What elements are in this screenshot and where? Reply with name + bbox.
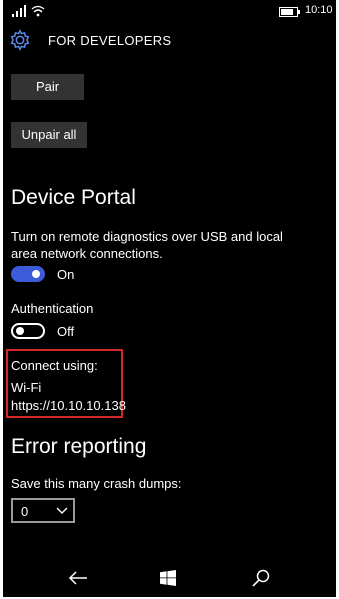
wifi-icon xyxy=(31,5,45,17)
authentication-label: Authentication xyxy=(11,301,94,316)
device-portal-heading: Device Portal xyxy=(11,186,136,209)
chevron-down-icon xyxy=(56,507,68,514)
device-portal-description: Turn on remote diagnostics over USB and … xyxy=(11,229,283,261)
windows-logo-icon[interactable] xyxy=(160,570,176,586)
crash-dumps-label: Save this many crash dumps: xyxy=(11,476,182,491)
phone-screen: 10:10 FOR DEVELOPERS Pair Unpair all Dev… xyxy=(3,0,336,597)
battery-level xyxy=(281,9,293,15)
navigation-bar xyxy=(3,553,336,597)
back-arrow-icon[interactable] xyxy=(68,570,88,586)
crash-dumps-value: 0 xyxy=(21,504,29,519)
unpair-all-button[interactable]: Unpair all xyxy=(11,122,87,148)
pair-button[interactable]: Pair xyxy=(11,74,84,100)
device-portal-toggle-state: On xyxy=(57,267,75,282)
authentication-toggle[interactable] xyxy=(11,323,45,339)
authentication-toggle-state: Off xyxy=(57,324,75,339)
toggle-knob xyxy=(32,270,40,278)
gear-icon xyxy=(10,29,30,51)
device-portal-toggle[interactable] xyxy=(11,266,45,282)
page-title: FOR DEVELOPERS xyxy=(48,33,172,48)
device-portal-url: https://10.10.10.138 xyxy=(11,398,126,413)
toggle-knob xyxy=(16,327,24,335)
battery-icon xyxy=(279,7,300,17)
connect-using-label: Connect using: xyxy=(11,358,98,373)
crash-dumps-select[interactable]: 0 xyxy=(11,498,75,523)
error-reporting-heading: Error reporting xyxy=(11,435,147,458)
search-icon[interactable] xyxy=(252,569,270,587)
clock: 10:10 xyxy=(305,4,333,16)
status-bar: 10:10 xyxy=(3,0,336,22)
battery-tip xyxy=(298,10,300,14)
connection-method: Wi-Fi xyxy=(11,380,42,395)
